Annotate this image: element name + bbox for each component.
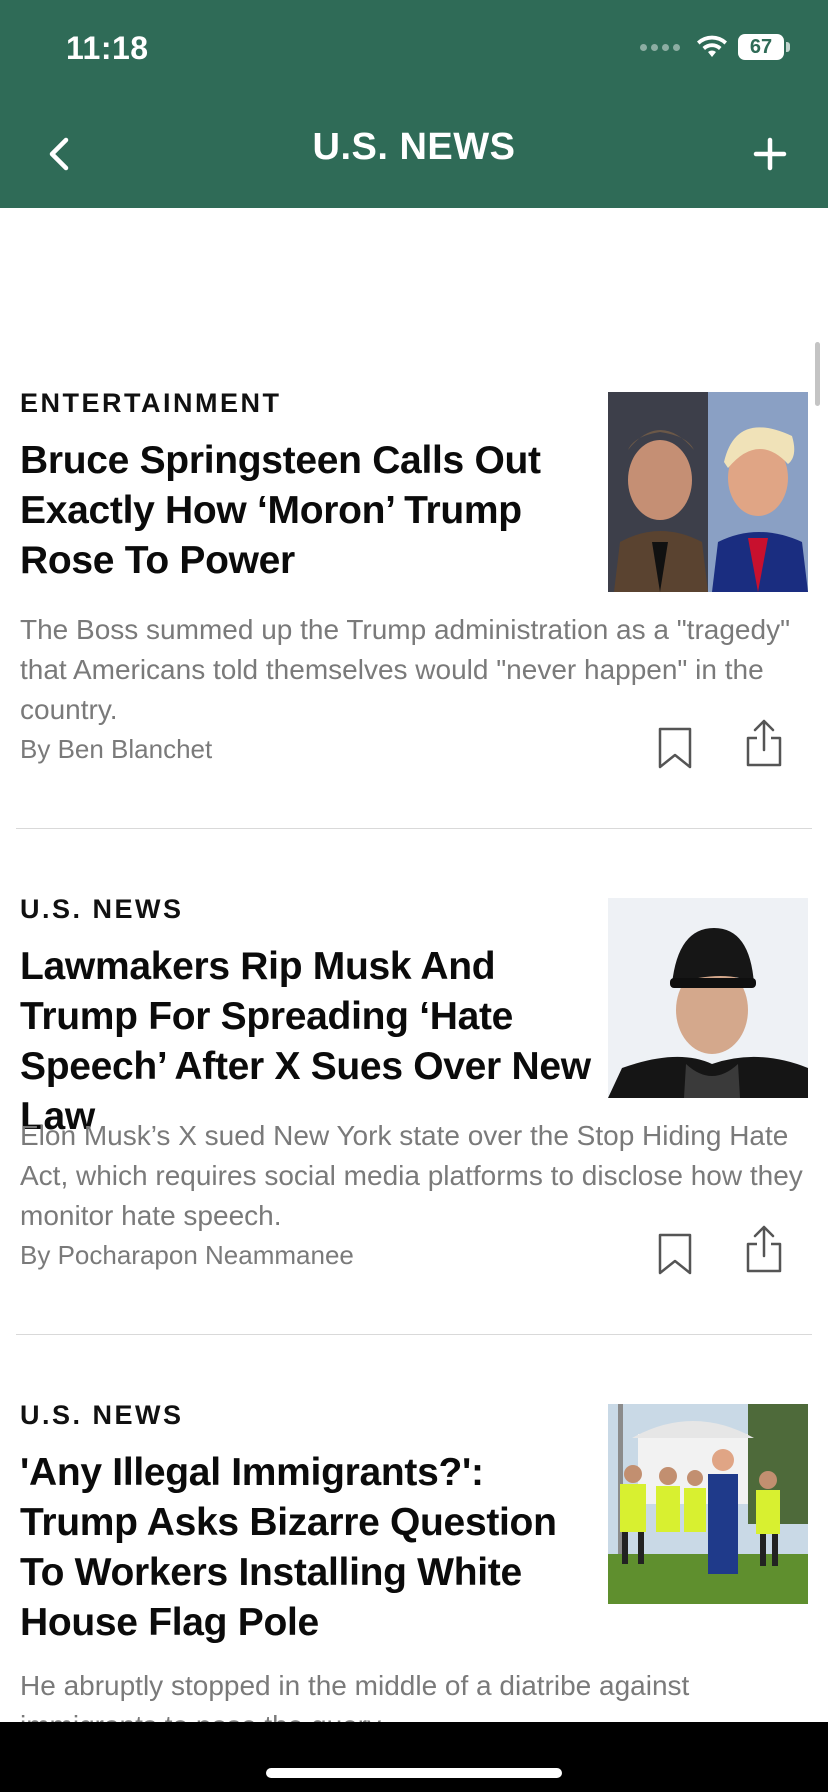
share-icon [746,719,782,767]
article-byline: By Ben Blanchet [20,734,213,764]
bookmark-button[interactable] [656,1232,694,1276]
share-button[interactable] [744,718,784,768]
article-category: ENTERTAINMENT [20,388,282,418]
status-indicators: 67 [640,34,790,60]
share-button[interactable] [744,1224,784,1274]
article-byline: By Pocharapon Neammanee [20,1240,354,1270]
status-time: 11:18 [66,30,149,66]
wifi-icon [697,35,727,57]
article-card[interactable]: ENTERTAINMENT Bruce Springsteen Calls Ou… [20,388,812,798]
thumbnail-image [608,898,808,1098]
article-summary: Elon Musk’s X sued New York state over t… [20,1120,803,1231]
status-bar: 11:18 67 [0,0,828,96]
article-summary: He abruptly stopped in the middle of a d… [20,1670,690,1722]
cellular-signal-icon [640,43,680,51]
page-title: U.S. NEWS [312,126,516,168]
article-card[interactable]: U.S. NEWS Lawmakers Rip Musk And Trump F… [20,894,812,1304]
nav-bar: U.S. NEWS [0,96,828,208]
article-category: U.S. NEWS [20,894,184,924]
battery-cap [786,42,790,52]
bookmark-icon [658,727,692,769]
thumbnail-image [608,392,808,592]
thumbnail-image [608,1404,808,1604]
home-indicator-area [0,1722,828,1792]
bookmark-button[interactable] [656,726,694,770]
article-headline[interactable]: Bruce Springsteen Calls Out Exactly How … [20,436,600,586]
article-headline[interactable]: 'Any Illegal Immigrants?': Trump Asks Bi… [20,1448,600,1648]
add-button[interactable] [748,132,792,176]
article-thumbnail[interactable] [608,898,808,1098]
divider [16,828,812,829]
divider [16,1334,812,1335]
article-summary: The Boss summed up the Trump administrat… [20,614,791,725]
battery-icon: 67 [738,34,784,60]
plus-icon [753,137,787,171]
share-icon [746,1225,782,1273]
bookmark-icon [658,1233,692,1275]
home-indicator[interactable] [266,1768,562,1778]
article-card[interactable]: U.S. NEWS 'Any Illegal Immigrants?': Tru… [20,1400,812,1722]
article-category: U.S. NEWS [20,1400,184,1430]
article-thumbnail[interactable] [608,392,808,592]
article-thumbnail[interactable] [608,1404,808,1604]
article-headline[interactable]: Lawmakers Rip Musk And Trump For Spreadi… [20,942,600,1142]
scroll-indicator[interactable] [815,342,820,406]
